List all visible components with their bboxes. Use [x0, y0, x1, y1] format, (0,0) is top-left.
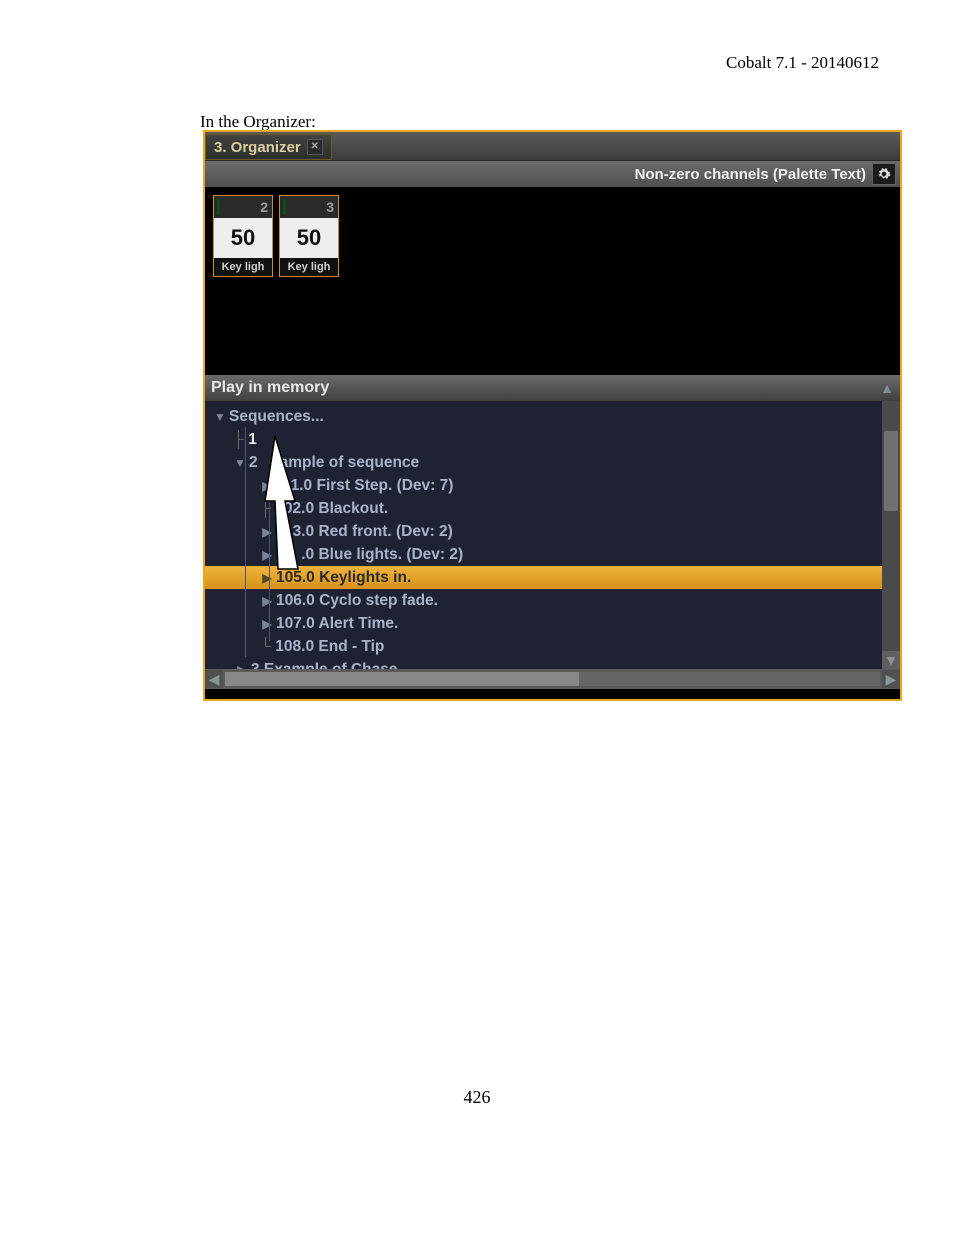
- chevron-right-icon: ▶: [260, 479, 274, 493]
- channel-tile[interactable]: 2 50 Key ligh: [213, 195, 273, 277]
- channel-area: 2 50 Key ligh 3 50 Key ligh: [205, 187, 900, 375]
- tree-label: ample of sequence: [280, 454, 420, 472]
- tree: ▼ Sequences... ├ 1 ▼ 2 ample of sequence…: [205, 401, 900, 669]
- scroll-left-icon[interactable]: ◀: [205, 670, 223, 688]
- tree-item[interactable]: ▶ 107.0 Alert Time.: [205, 612, 900, 635]
- section-header[interactable]: Play in memory ▲: [205, 375, 900, 401]
- doc-header: Cobalt 7.1 - 20140612: [726, 53, 879, 73]
- tree-label: 107.0 Alert Time.: [276, 615, 398, 633]
- chevron-down-icon: ▼: [213, 410, 227, 424]
- tree-item-selected[interactable]: ▶ 105.0 Keylights in.: [205, 566, 900, 589]
- tree-label: 02.0 Blackout.: [284, 500, 388, 518]
- caption: In the Organizer:: [200, 112, 316, 132]
- tree-item[interactable]: └ 108.0 End - Tip: [205, 635, 900, 658]
- chevron-right-icon: ▶: [260, 548, 274, 562]
- tree-label: 3.0 Red front. (Dev: 2): [293, 523, 453, 541]
- scroll-right-icon[interactable]: ▶: [882, 670, 900, 688]
- tree-item[interactable]: ├ 1: [205, 428, 900, 451]
- tree-item[interactable]: ▶ 10 .0 Blue lights. (Dev: 2): [205, 543, 900, 566]
- tree-label: 2: [249, 454, 258, 472]
- tab-bar: 3. Organizer ✕: [205, 132, 900, 161]
- chevron-right-icon: ▶: [260, 617, 274, 631]
- channel-number: 2: [214, 196, 272, 218]
- tree-label: 1: [276, 523, 285, 541]
- scrollbar-thumb[interactable]: [884, 431, 898, 511]
- tree-item[interactable]: ▶ 01.0 First Step. (Dev: 7): [205, 474, 900, 497]
- tree-label: .0 Blue lights. (Dev: 2): [301, 546, 463, 564]
- tree-item-root[interactable]: ▼ Sequences...: [205, 405, 900, 428]
- channel-label: Key ligh: [280, 258, 338, 276]
- chevron-right-icon: ▶: [260, 571, 274, 585]
- tree-label: 10: [276, 546, 293, 564]
- channel-number: 3: [280, 196, 338, 218]
- tree-label: 01.0 First Step. (Dev: 7): [282, 477, 453, 495]
- toolbar-label: Non-zero channels (Palette Text): [635, 166, 866, 183]
- organizer-window: 3. Organizer ✕ Non-zero channels (Palett…: [203, 130, 902, 701]
- section-title: Play in memory: [211, 379, 329, 397]
- tree-label: 1: [248, 431, 257, 449]
- page-number: 426: [0, 1087, 954, 1108]
- channel-value: 50: [280, 218, 338, 258]
- tree-item[interactable]: ▶ 1 3.0 Red front. (Dev: 2): [205, 520, 900, 543]
- tree-label: 3 Example of Chase: [251, 661, 397, 670]
- tree-item[interactable]: ▶ 106.0 Cyclo step fade.: [205, 589, 900, 612]
- tree-item[interactable]: ▼ 2 ample of sequence: [205, 451, 900, 474]
- channel-label: Key ligh: [214, 258, 272, 276]
- tree-item[interactable]: ▶ 3 Example of Chase: [205, 658, 900, 669]
- scroll-up-icon[interactable]: ▲: [878, 379, 896, 397]
- scrollbar-thumb[interactable]: [225, 672, 579, 686]
- horizontal-scrollbar[interactable]: ◀ ▶: [205, 669, 900, 689]
- vertical-scrollbar[interactable]: ▼: [882, 401, 900, 669]
- gear-icon[interactable]: [872, 163, 896, 185]
- close-icon[interactable]: ✕: [307, 139, 323, 155]
- tree-label: 105.0 Keylights in.: [276, 569, 411, 587]
- chevron-right-icon: ▶: [260, 594, 274, 608]
- scrollbar-track[interactable]: [225, 672, 880, 686]
- scroll-down-icon[interactable]: ▼: [882, 651, 900, 669]
- tree-item[interactable]: ├ 1 02.0 Blackout.: [205, 497, 900, 520]
- chevron-right-icon: ▶: [260, 525, 274, 539]
- channel-value: 50: [214, 218, 272, 258]
- tab-organizer[interactable]: 3. Organizer ✕: [205, 134, 332, 160]
- tree-label: Sequences...: [229, 408, 324, 426]
- tree-label: 106.0 Cyclo step fade.: [276, 592, 438, 610]
- tree-label: 108.0 End - Tip: [275, 638, 384, 656]
- channel-tile[interactable]: 3 50 Key ligh: [279, 195, 339, 277]
- toolbar: Non-zero channels (Palette Text): [205, 161, 900, 187]
- tab-label: 3. Organizer: [214, 139, 301, 156]
